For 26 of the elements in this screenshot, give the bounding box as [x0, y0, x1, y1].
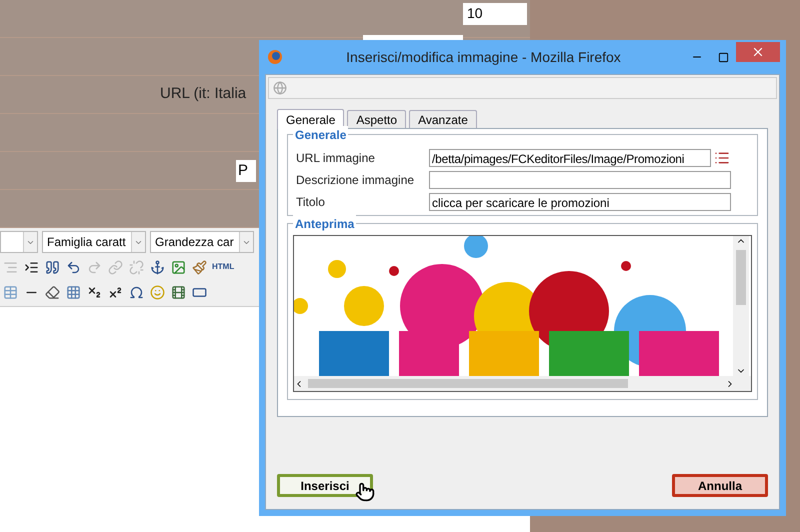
text-field[interactable]: P	[236, 160, 256, 182]
number-field[interactable]: 10	[463, 2, 527, 24]
close-icon	[751, 45, 765, 59]
field-label: Titolo	[296, 194, 326, 211]
horizontal-scrollbar[interactable]	[294, 376, 751, 391]
close-button[interactable]	[736, 42, 780, 62]
tab[interactable]: Aspetto	[347, 110, 406, 128]
field-label: URL immagine	[296, 150, 376, 167]
tab[interactable]: Avanzate	[409, 110, 477, 128]
text-field[interactable]: clicca per scaricare le promozioni	[429, 193, 731, 211]
hand-cursor-icon	[355, 482, 375, 502]
html-button[interactable]: HTML	[210, 261, 236, 273]
dropdown[interactable]: Famiglia caratt	[42, 231, 146, 253]
maximize-icon	[718, 52, 728, 62]
text-field[interactable]	[429, 171, 731, 189]
browser-logo-icon	[267, 49, 283, 65]
dropdown[interactable]: Grandezza car	[150, 231, 254, 253]
text-field[interactable]: /betta/pimages/FCKeditorFiles/Image/Promozioni	[429, 149, 711, 167]
insert-button[interactable]: Inserisci	[277, 474, 373, 497]
section-title: Anteprima	[293, 215, 356, 233]
field-label: Descrizione immagine	[296, 172, 416, 189]
globe-icon	[273, 81, 287, 95]
window-title: Inserisci/modifica immagine - Mozilla Firefox	[345, 48, 622, 67]
vertical-scrollbar[interactable]	[733, 236, 749, 376]
cancel-button[interactable]: Annulla	[672, 474, 768, 497]
field-label: URL (it: Italia	[160, 84, 246, 104]
